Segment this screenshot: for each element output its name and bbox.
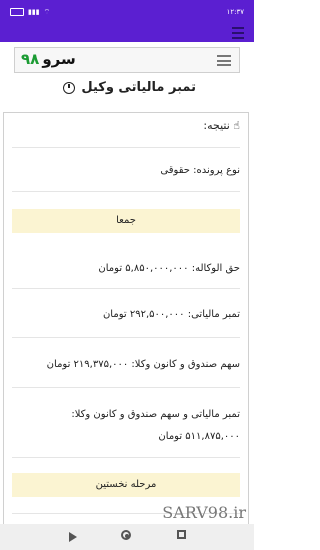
status-icons: ▮▮▮ ⌔ <box>10 8 50 17</box>
battery-icon <box>10 8 24 16</box>
thumbs-up-icon: ☝ <box>233 119 240 132</box>
fund-share-row: سهم صندوق و کانون وکلا: ۲۱۹,۳۷۵,۰۰۰ توما… <box>46 359 240 370</box>
play-back-icon[interactable] <box>69 532 77 542</box>
hamburger-menu-icon[interactable] <box>217 55 231 66</box>
system-nav-bar <box>0 524 254 550</box>
watermark: SARV98.ir <box>162 503 246 522</box>
logo[interactable]: ۹۸ سرو <box>21 50 76 68</box>
stamp-and-fund-label: تمبر مالیاتی و سهم صندوق و کانون وکلا: <box>71 409 240 420</box>
recent-square-icon[interactable] <box>177 530 186 539</box>
home-circle-icon[interactable] <box>121 530 131 540</box>
status-time: ۱۲:۳۷ <box>226 8 244 16</box>
logo-number: ۹۸ <box>21 50 40 68</box>
page-title-text: تمبر مالیاتی وکیل <box>81 80 196 95</box>
signal-icon: ▮▮▮ <box>28 8 40 16</box>
top-menu-icon[interactable] <box>232 27 244 39</box>
fee-row: حق الوکاله: ۵,۸۵۰,۰۰۰,۰۰۰ تومان <box>98 263 240 274</box>
app-top-bar <box>0 24 254 42</box>
case-type: نوع پرونده: حقوقی <box>160 165 240 176</box>
site-header: ۹۸ سرو <box>14 47 240 73</box>
page-title: تمبر مالیاتی وکیل <box>63 80 196 95</box>
total-band: جمعا <box>12 209 240 233</box>
stamp-row: تمبر مالیاتی: ۲۹۲,۵۰۰,۰۰۰ تومان <box>102 309 240 320</box>
result-heading: ☝ نتیجه: <box>12 119 240 132</box>
stage-band: مرحله نخستین <box>12 473 240 497</box>
stamp-and-fund-value: ۵۱۱,۸۷۵,۰۰۰ تومان <box>158 431 240 442</box>
status-bar: ▮▮▮ ⌔ ۱۲:۳۷ <box>0 0 254 24</box>
result-heading-label: نتیجه: <box>203 119 230 132</box>
logo-name: سرو <box>42 50 76 68</box>
result-card: ☝ نتیجه: نوع پرونده: حقوقی جمعا حق الوکا… <box>3 112 249 542</box>
clock-icon <box>63 81 76 94</box>
wifi-icon: ⌔ <box>43 7 51 16</box>
